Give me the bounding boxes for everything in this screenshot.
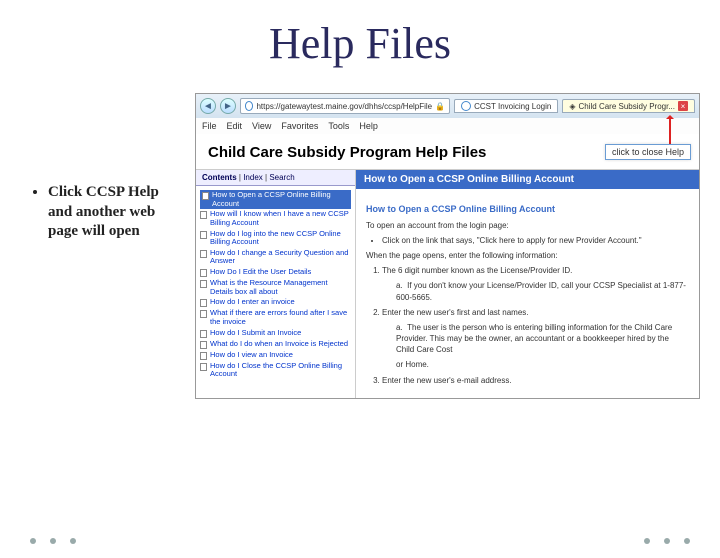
nav-item-label: How will I know when I have a new CCSP B… bbox=[210, 210, 351, 227]
nav-item-label: What if there are errors found after I s… bbox=[210, 309, 351, 326]
left-column: Click CCSP Help and another web page wil… bbox=[30, 93, 195, 399]
help-body: Contents | Index | Search How to Open a … bbox=[196, 170, 699, 398]
substep-text: If you don't know your License/Provider … bbox=[396, 281, 686, 301]
nav-item-label: How do I Submit an Invoice bbox=[210, 329, 301, 338]
menu-bar: File Edit View Favorites Tools Help bbox=[196, 118, 699, 134]
help-nav: Contents | Index | Search How to Open a … bbox=[196, 170, 356, 398]
bullet-item: Click CCSP Help and another web page wil… bbox=[48, 183, 185, 242]
address-bar[interactable]: https://gatewaytest.maine.gov/dhhs/ccsp/… bbox=[240, 98, 450, 114]
substep-text: The user is the person who is entering b… bbox=[396, 323, 672, 354]
menu-help[interactable]: Help bbox=[359, 121, 378, 131]
ie-icon bbox=[245, 101, 253, 111]
content-step: Enter the new user's first and last name… bbox=[382, 307, 689, 371]
forward-button[interactable]: ► bbox=[220, 98, 236, 114]
nav-item[interactable]: How do I Close the CCSP Online Billing A… bbox=[200, 361, 351, 380]
content-substep: a. The user is the person who is enterin… bbox=[396, 322, 689, 356]
back-button[interactable]: ◄ bbox=[200, 98, 216, 114]
screenshot: ◄ ► https://gatewaytest.maine.gov/dhhs/c… bbox=[195, 93, 700, 399]
doc-icon bbox=[200, 231, 207, 239]
nav-item[interactable]: How do I log into the new CCSP Online Bi… bbox=[200, 229, 351, 248]
nav-item[interactable]: How Do I Edit the User Details bbox=[200, 267, 351, 278]
nav-item[interactable]: What do I do when an Invoice is Rejected bbox=[200, 339, 351, 350]
browser-chrome: ◄ ► https://gatewaytest.maine.gov/dhhs/c… bbox=[196, 94, 699, 118]
step-text: Enter the new user's first and last name… bbox=[382, 308, 528, 317]
menu-edit[interactable]: Edit bbox=[227, 121, 243, 131]
content-body: How to Open a CCSP Online Billing Accoun… bbox=[356, 189, 699, 398]
content-area: Click CCSP Help and another web page wil… bbox=[0, 93, 720, 399]
nav-tab-index[interactable]: Index bbox=[243, 173, 263, 182]
nav-item-label: How do I view an Invoice bbox=[210, 351, 293, 360]
nav-item-label: How to Open a CCSP Online Billing Accoun… bbox=[212, 191, 349, 208]
content-bullet: Click on the link that says, "Click here… bbox=[382, 235, 689, 246]
lock-icon: 🔒 bbox=[435, 102, 445, 111]
nav-item[interactable]: What is the Resource Management Details … bbox=[200, 278, 351, 297]
decorative-dots bbox=[644, 538, 690, 544]
doc-icon bbox=[200, 250, 207, 258]
tab-label: CCST Invoicing Login bbox=[474, 102, 551, 111]
nav-item-label: What do I do when an Invoice is Rejected bbox=[210, 340, 348, 349]
menu-favorites[interactable]: Favorites bbox=[281, 121, 318, 131]
close-tab-button[interactable]: × bbox=[678, 101, 688, 111]
nav-tabs: Contents | Index | Search bbox=[196, 170, 355, 186]
doc-icon bbox=[200, 211, 207, 219]
nav-item[interactable]: How will I know when I have a new CCSP B… bbox=[200, 209, 351, 228]
callout-label: click to close Help bbox=[605, 144, 691, 160]
doc-icon bbox=[200, 330, 207, 338]
decorative-dots bbox=[30, 538, 76, 544]
content-or-home: or Home. bbox=[396, 359, 689, 370]
nav-tab-contents[interactable]: Contents bbox=[202, 173, 237, 182]
ie-icon bbox=[461, 101, 471, 111]
doc-icon bbox=[200, 341, 207, 349]
nav-item-label: How do I log into the new CCSP Online Bi… bbox=[210, 230, 351, 247]
menu-file[interactable]: File bbox=[202, 121, 217, 131]
nav-item[interactable]: How do I view an Invoice bbox=[200, 350, 351, 361]
doc-icon bbox=[200, 280, 207, 288]
nav-item-label: How do I enter an invoice bbox=[210, 298, 295, 307]
step-text: The 6 digit number known as the License/… bbox=[382, 266, 572, 275]
nav-tab-search[interactable]: Search bbox=[269, 173, 294, 182]
doc-icon bbox=[200, 363, 207, 371]
nav-item[interactable]: How do I change a Security Question and … bbox=[200, 248, 351, 267]
doc-icon bbox=[200, 269, 207, 277]
doc-icon bbox=[202, 192, 209, 200]
nav-item[interactable]: How do I enter an invoice bbox=[200, 297, 351, 308]
callout-arrow bbox=[669, 116, 671, 144]
tab-label: Child Care Subsidy Progr... bbox=[579, 102, 676, 111]
menu-view[interactable]: View bbox=[252, 121, 271, 131]
tab-help-files[interactable]: ◈ Child Care Subsidy Progr... × bbox=[562, 99, 695, 113]
url-text: https://gatewaytest.maine.gov/dhhs/ccsp/… bbox=[256, 102, 432, 111]
nav-item-label: How do I change a Security Question and … bbox=[210, 249, 351, 266]
doc-icon bbox=[200, 352, 207, 360]
nav-item[interactable]: What if there are errors found after I s… bbox=[200, 308, 351, 327]
tab-invoicing-login[interactable]: CCST Invoicing Login bbox=[454, 99, 558, 113]
nav-item-label: How Do I Edit the User Details bbox=[210, 268, 311, 277]
nav-item-label: How do I Close the CCSP Online Billing A… bbox=[210, 362, 351, 379]
content-intro: To open an account from the login page: bbox=[366, 220, 689, 231]
content-step: Enter the new user's e-mail address. bbox=[382, 375, 689, 386]
content-subhead: How to Open a CCSP Online Billing Accoun… bbox=[366, 203, 689, 216]
doc-icon bbox=[200, 299, 207, 307]
menu-tools[interactable]: Tools bbox=[328, 121, 349, 131]
doc-icon bbox=[200, 310, 207, 318]
content-substep: a. If you don't know your License/Provid… bbox=[396, 280, 689, 302]
content-after-open: When the page opens, enter the following… bbox=[366, 250, 689, 261]
nav-item[interactable]: How to Open a CCSP Online Billing Accoun… bbox=[200, 190, 351, 209]
page-icon: ◈ bbox=[569, 102, 575, 111]
content-title: How to Open a CCSP Online Billing Accoun… bbox=[356, 170, 699, 189]
nav-item-label: What is the Resource Management Details … bbox=[210, 279, 351, 296]
nav-item[interactable]: How do I Submit an Invoice bbox=[200, 328, 351, 339]
slide-title: Help Files bbox=[0, 18, 720, 69]
content-step: The 6 digit number known as the License/… bbox=[382, 265, 689, 303]
help-content: How to Open a CCSP Online Billing Accoun… bbox=[356, 170, 699, 398]
nav-list: How to Open a CCSP Online Billing Accoun… bbox=[196, 186, 355, 384]
